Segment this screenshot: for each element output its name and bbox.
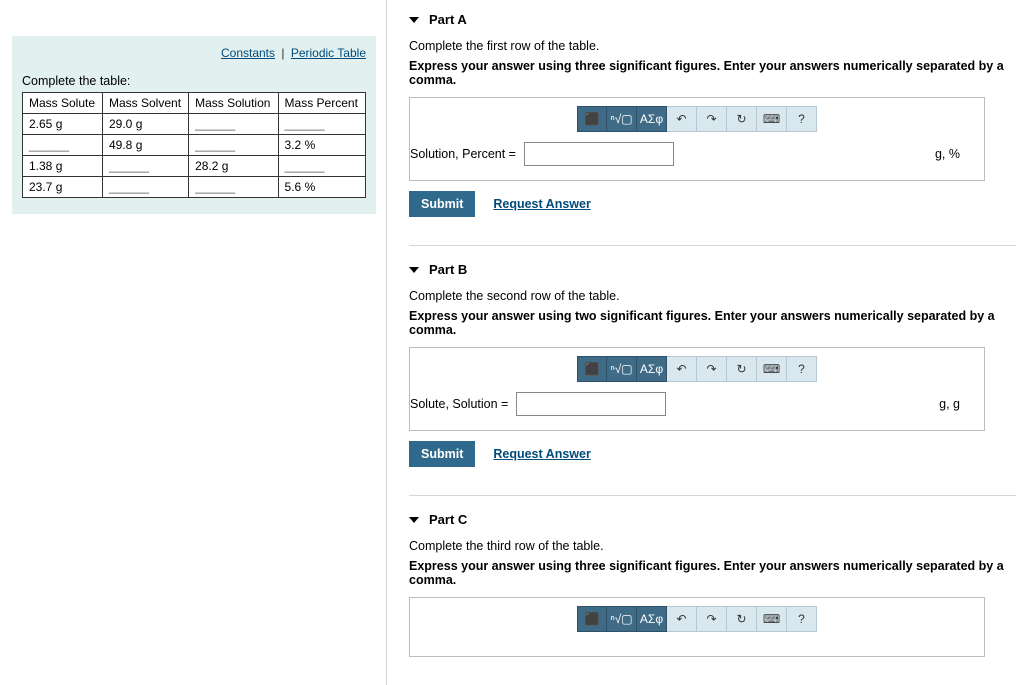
greek-icon[interactable]: ΑΣφ	[637, 606, 667, 632]
part-b-instruction: Complete the second row of the table.	[409, 289, 1016, 303]
cell-blank: ______	[189, 177, 278, 198]
question-sidebar: Constants | Periodic Table Complete the …	[12, 36, 376, 214]
templates-icon[interactable]: ⬛	[577, 606, 607, 632]
cell-blank: ______	[189, 135, 278, 156]
cell: 29.0 g	[103, 114, 189, 135]
data-table: Mass Solute Mass Solvent Mass Solution M…	[22, 92, 366, 198]
cell: 23.7 g	[23, 177, 103, 198]
cell: 28.2 g	[189, 156, 278, 177]
xroot-icon[interactable]: ⁿ√▢	[607, 356, 637, 382]
constants-link[interactable]: Constants	[221, 46, 275, 60]
undo-icon[interactable]: ↶	[667, 106, 697, 132]
cell-blank: ______	[103, 177, 189, 198]
xroot-icon[interactable]: ⁿ√▢	[607, 606, 637, 632]
redo-icon[interactable]: ↷	[697, 106, 727, 132]
part-a-hint: Express your answer using three signific…	[409, 59, 1016, 87]
part-c: Part C Complete the third row of the tab…	[409, 512, 1016, 657]
templates-icon[interactable]: ⬛	[577, 106, 607, 132]
templates-icon[interactable]: ⬛	[577, 356, 607, 382]
col-header: Mass Solution	[189, 93, 278, 114]
answer-input[interactable]	[524, 142, 674, 166]
table-row: ______ 49.8 g ______ 3.2 %	[23, 135, 366, 156]
part-c-instruction: Complete the third row of the table.	[409, 539, 1016, 553]
greek-icon[interactable]: ΑΣφ	[637, 106, 667, 132]
caret-down-icon	[409, 17, 419, 23]
keyboard-icon[interactable]: ⌨	[757, 606, 787, 632]
separator	[409, 245, 1016, 246]
greek-icon[interactable]: ΑΣφ	[637, 356, 667, 382]
answer-label: Solute, Solution =	[410, 397, 508, 411]
equation-toolbar: ⬛ ⁿ√▢ ΑΣφ ↶ ↷ ↻ ⌨ ?	[410, 606, 984, 632]
keyboard-icon[interactable]: ⌨	[757, 356, 787, 382]
part-a: Part A Complete the first row of the tab…	[409, 12, 1016, 217]
help-icon[interactable]: ?	[787, 106, 817, 132]
cell-blank: ______	[278, 156, 365, 177]
cell: 1.38 g	[23, 156, 103, 177]
request-answer-link[interactable]: Request Answer	[493, 197, 590, 211]
table-header-row: Mass Solute Mass Solvent Mass Solution M…	[23, 93, 366, 114]
part-a-header[interactable]: Part A	[409, 12, 1016, 27]
part-b: Part B Complete the second row of the ta…	[409, 262, 1016, 467]
answer-units: g, %	[935, 147, 960, 161]
part-a-instruction: Complete the first row of the table.	[409, 39, 1016, 53]
keyboard-icon[interactable]: ⌨	[757, 106, 787, 132]
link-separator: |	[281, 46, 284, 60]
answer-box: ⬛ ⁿ√▢ ΑΣφ ↶ ↷ ↻ ⌨ ?	[409, 597, 985, 657]
part-b-title: Part B	[429, 262, 467, 277]
caret-down-icon	[409, 517, 419, 523]
help-icon[interactable]: ?	[787, 356, 817, 382]
cell: 5.6 %	[278, 177, 365, 198]
col-header: Mass Percent	[278, 93, 365, 114]
reset-icon[interactable]: ↻	[727, 106, 757, 132]
equation-toolbar: ⬛ ⁿ√▢ ΑΣφ ↶ ↷ ↻ ⌨ ?	[410, 356, 984, 382]
col-header: Mass Solute	[23, 93, 103, 114]
cell-blank: ______	[278, 114, 365, 135]
col-header: Mass Solvent	[103, 93, 189, 114]
submit-button[interactable]: Submit	[409, 441, 475, 467]
part-a-title: Part A	[429, 12, 467, 27]
cell: 2.65 g	[23, 114, 103, 135]
redo-icon[interactable]: ↷	[697, 606, 727, 632]
table-row: 2.65 g 29.0 g ______ ______	[23, 114, 366, 135]
table-row: 1.38 g ______ 28.2 g ______	[23, 156, 366, 177]
caret-down-icon	[409, 267, 419, 273]
cell-blank: ______	[103, 156, 189, 177]
equation-toolbar: ⬛ ⁿ√▢ ΑΣφ ↶ ↷ ↻ ⌨ ?	[410, 106, 984, 132]
answer-box: ⬛ ⁿ√▢ ΑΣφ ↶ ↷ ↻ ⌨ ? Solute, Solution = g…	[409, 347, 985, 431]
periodic-table-link[interactable]: Periodic Table	[291, 46, 366, 60]
submit-button[interactable]: Submit	[409, 191, 475, 217]
table-row: 23.7 g ______ ______ 5.6 %	[23, 177, 366, 198]
answer-label: Solution, Percent =	[410, 147, 516, 161]
answer-input[interactable]	[516, 392, 666, 416]
part-b-hint: Express your answer using two significan…	[409, 309, 1016, 337]
separator	[409, 495, 1016, 496]
undo-icon[interactable]: ↶	[667, 606, 697, 632]
answer-units: g, g	[939, 397, 960, 411]
request-answer-link[interactable]: Request Answer	[493, 447, 590, 461]
xroot-icon[interactable]: ⁿ√▢	[607, 106, 637, 132]
undo-icon[interactable]: ↶	[667, 356, 697, 382]
part-c-hint: Express your answer using three signific…	[409, 559, 1016, 587]
question-prompt: Complete the table:	[22, 74, 366, 88]
cell: 3.2 %	[278, 135, 365, 156]
cell-blank: ______	[23, 135, 103, 156]
reset-icon[interactable]: ↻	[727, 606, 757, 632]
cell-blank: ______	[189, 114, 278, 135]
cell: 49.8 g	[103, 135, 189, 156]
reset-icon[interactable]: ↻	[727, 356, 757, 382]
redo-icon[interactable]: ↷	[697, 356, 727, 382]
part-c-title: Part C	[429, 512, 467, 527]
part-b-header[interactable]: Part B	[409, 262, 1016, 277]
answer-box: ⬛ ⁿ√▢ ΑΣφ ↶ ↷ ↻ ⌨ ? Solution, Percent = …	[409, 97, 985, 181]
help-icon[interactable]: ?	[787, 606, 817, 632]
part-c-header[interactable]: Part C	[409, 512, 1016, 527]
